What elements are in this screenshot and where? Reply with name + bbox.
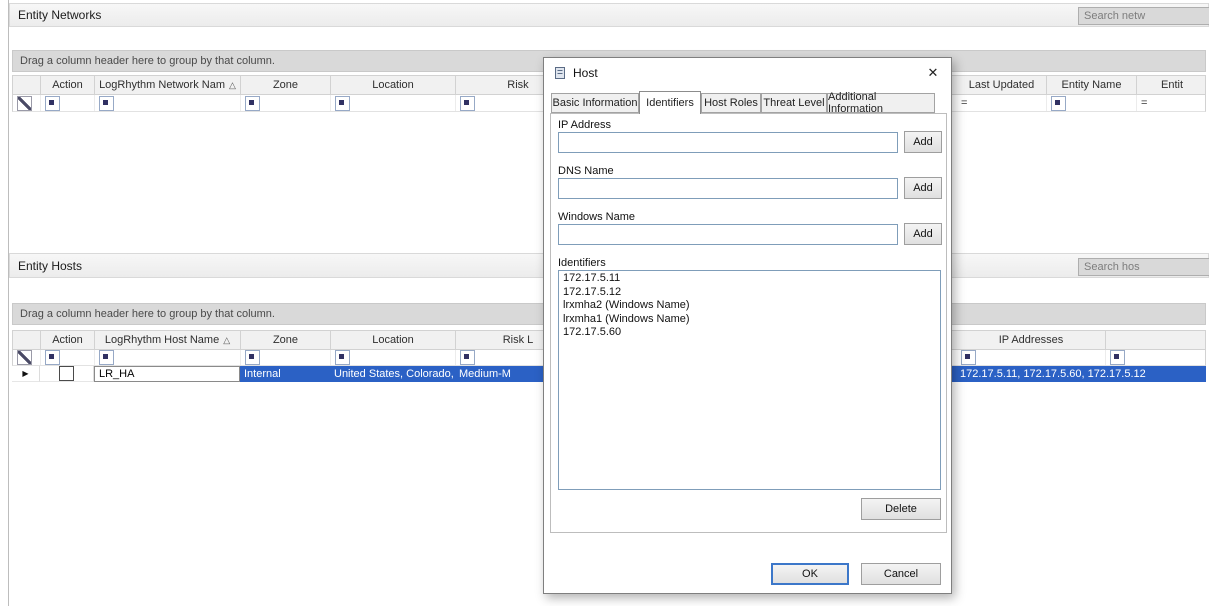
hosts-filter-extra[interactable] — [1106, 350, 1207, 365]
hosts-col-extra[interactable] — [1106, 331, 1207, 349]
hosts-filter-name[interactable] — [95, 350, 241, 365]
identifiers-label: Identifiers — [558, 257, 606, 269]
hosts-col-name[interactable]: LogRhythm Host Name △ — [95, 331, 241, 349]
windows-name-label: Windows Name — [558, 211, 635, 223]
networks-search-input[interactable] — [1078, 7, 1209, 25]
ok-button[interactable]: OK — [771, 563, 849, 585]
sort-ascending-icon: △ — [229, 80, 236, 91]
filter-checkbox-icon[interactable] — [99, 350, 114, 365]
networks-filter-location[interactable] — [331, 95, 456, 111]
host-dialog: Host ✕ Basic Information Identifiers Hos… — [543, 57, 952, 594]
hosts-filter-zone[interactable] — [241, 350, 331, 365]
filter-checkbox-icon[interactable] — [245, 350, 260, 365]
host-dialog-title: Host — [573, 66, 598, 80]
filter-checkbox-icon[interactable] — [1110, 350, 1125, 365]
row-select-checkbox[interactable] — [59, 366, 74, 381]
tab-identifiers[interactable]: Identifiers — [639, 91, 701, 114]
filter-checkbox-icon[interactable] — [961, 350, 976, 365]
networks-filter-name[interactable] — [95, 95, 241, 111]
row-action-cell[interactable] — [40, 366, 94, 382]
hosts-filter-indicator-cell — [13, 350, 41, 365]
networks-filter-indicator-cell — [13, 95, 41, 111]
filter-equals-operator[interactable]: = — [1141, 97, 1147, 109]
hosts-col-name-label: LogRhythm Host Name — [105, 334, 219, 346]
networks-col-action[interactable]: Action — [41, 76, 95, 94]
cancel-button[interactable]: Cancel — [861, 563, 941, 585]
entity-networks-title: Entity Networks — [18, 8, 101, 22]
networks-col-zone[interactable]: Zone — [241, 76, 331, 94]
identifier-item[interactable]: 172.17.5.60 — [559, 326, 940, 340]
hosts-col-location[interactable]: Location — [331, 331, 456, 349]
networks-col-location[interactable]: Location — [331, 76, 456, 94]
filter-checkbox-icon[interactable] — [1051, 96, 1066, 111]
edit-filter-icon — [17, 96, 32, 111]
tab-basic-information[interactable]: Basic Information — [551, 93, 639, 113]
add-windows-button[interactable]: Add — [904, 223, 942, 245]
sort-ascending-icon: △ — [223, 335, 230, 346]
row-location-cell[interactable]: United States, Colorado, B.. — [330, 366, 455, 382]
tab-additional-information[interactable]: Additional Information — [827, 93, 935, 113]
hosts-col-ip-addresses[interactable]: IP Addresses — [957, 331, 1106, 349]
filter-checkbox-icon[interactable] — [460, 96, 475, 111]
row-zone-cell[interactable]: Internal — [240, 366, 330, 382]
hosts-col-action[interactable]: Action — [41, 331, 95, 349]
filter-equals-operator[interactable]: = — [961, 97, 967, 109]
networks-filter-zone[interactable] — [241, 95, 331, 111]
row-ip-addresses-cell[interactable]: 172.17.5.11, 172.17.5.60, 172.17.5.12 — [956, 366, 1196, 382]
identifier-item[interactable]: 172.17.5.11 — [559, 272, 940, 286]
hosts-filter-action[interactable] — [41, 350, 95, 365]
filter-checkbox-icon[interactable] — [45, 96, 60, 111]
networks-col-name-label: LogRhythm Network Nam — [99, 79, 225, 91]
identifiers-listbox[interactable]: 172.17.5.11 172.17.5.12 lrxmha2 (Windows… — [558, 270, 941, 490]
close-icon: ✕ — [928, 65, 939, 81]
networks-filter-entity[interactable]: = — [1137, 95, 1207, 111]
host-dialog-titlebar: Host — [544, 58, 951, 88]
current-row-arrow-icon: ▶ — [22, 369, 28, 378]
networks-group-by-hint: Drag a column header here to group by th… — [20, 55, 275, 67]
hosts-group-by-hint: Drag a column header here to group by th… — [20, 308, 275, 320]
identifier-item[interactable]: lrxmha1 (Windows Name) — [559, 313, 940, 327]
hosts-row-indicator-header — [13, 331, 41, 349]
networks-row-indicator-header — [13, 76, 41, 94]
delete-button[interactable]: Delete — [861, 498, 941, 520]
filter-checkbox-icon[interactable] — [99, 96, 114, 111]
networks-filter-action[interactable] — [41, 95, 95, 111]
add-dns-button[interactable]: Add — [904, 177, 942, 199]
hosts-search-input[interactable] — [1078, 258, 1209, 276]
filter-checkbox-icon[interactable] — [335, 96, 350, 111]
filter-checkbox-icon[interactable] — [45, 350, 60, 365]
filter-checkbox-icon[interactable] — [460, 350, 475, 365]
networks-filter-last-updated[interactable]: = — [957, 95, 1047, 111]
filter-checkbox-icon[interactable] — [245, 96, 260, 111]
networks-col-last-updated[interactable]: Last Updated — [957, 76, 1047, 94]
tab-threat-level[interactable]: Threat Level — [761, 93, 827, 113]
dns-name-input[interactable] — [558, 178, 898, 199]
row-host-name-cell[interactable]: LR_HA — [94, 366, 240, 382]
edit-filter-icon — [17, 350, 32, 365]
hosts-filter-location[interactable] — [331, 350, 456, 365]
add-ip-button[interactable]: Add — [904, 131, 942, 153]
hosts-filter-ip[interactable] — [957, 350, 1106, 365]
hosts-col-zone[interactable]: Zone — [241, 331, 331, 349]
windows-name-input[interactable] — [558, 224, 898, 245]
identifier-item[interactable]: lrxmha2 (Windows Name) — [559, 299, 940, 313]
entity-hosts-title: Entity Hosts — [18, 259, 82, 273]
networks-col-name[interactable]: LogRhythm Network Nam △ — [95, 76, 241, 94]
networks-col-entity[interactable]: Entit — [1137, 76, 1207, 94]
entity-networks-titlebar: Entity Networks — [9, 3, 1209, 27]
current-row-indicator-cell[interactable]: ▶ — [12, 366, 40, 382]
ip-address-label: IP Address — [558, 119, 611, 131]
networks-filter-entity-name[interactable] — [1047, 95, 1137, 111]
networks-col-entity-name[interactable]: Entity Name — [1047, 76, 1137, 94]
dns-name-label: DNS Name — [558, 165, 614, 177]
close-button[interactable]: ✕ — [915, 58, 951, 88]
ip-address-input[interactable] — [558, 132, 898, 153]
host-icon — [553, 66, 567, 80]
tab-host-roles[interactable]: Host Roles — [701, 93, 761, 113]
identifier-item[interactable]: 172.17.5.12 — [559, 286, 940, 300]
filter-checkbox-icon[interactable] — [335, 350, 350, 365]
